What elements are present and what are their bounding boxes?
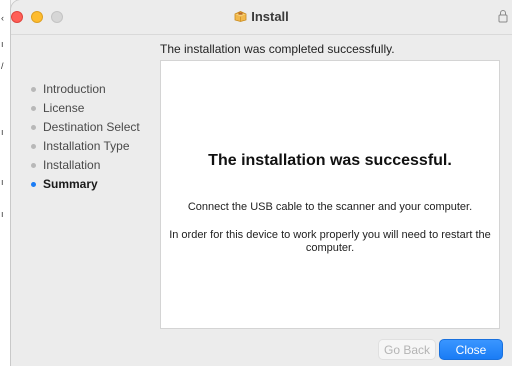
step-label: Summary xyxy=(43,177,98,191)
step-label: Installation Type xyxy=(43,139,130,153)
step-label: Installation xyxy=(43,158,101,172)
edge-glyph: ı xyxy=(1,39,4,49)
step-bullet xyxy=(31,163,36,168)
step-bullet-active xyxy=(31,182,36,187)
step-label: Introduction xyxy=(43,82,106,96)
edge-glyph: ı xyxy=(1,127,4,137)
window-title: Install xyxy=(251,9,289,24)
lock-icon[interactable] xyxy=(498,9,508,23)
step-label: License xyxy=(43,101,85,115)
desktop-window-edge: ‹ ı / ı ı ı xyxy=(0,0,11,366)
go-back-button[interactable]: Go Back xyxy=(378,339,436,360)
usb-instruction-text: Connect the USB cable to the scanner and… xyxy=(187,201,473,213)
step-bullet xyxy=(31,125,36,130)
installer-window: Install The installation was completed s… xyxy=(11,0,512,366)
edge-glyph: / xyxy=(1,61,4,71)
window-title-group: Install xyxy=(11,9,512,24)
step-introduction: Introduction xyxy=(31,80,161,99)
close-button[interactable]: Close xyxy=(439,339,503,360)
step-label: Destination Select xyxy=(43,120,140,134)
restart-notice-text: In order for this device to work properl… xyxy=(169,229,491,254)
step-bullet xyxy=(31,87,36,92)
step-installation-type: Installation Type xyxy=(31,137,161,156)
desktop-background: ‹ ı / ı ı ı Install The installation was… xyxy=(0,0,512,366)
step-bullet xyxy=(31,106,36,111)
step-installation: Installation xyxy=(31,156,161,175)
edge-glyph: ı xyxy=(1,177,4,187)
title-bar[interactable]: Install xyxy=(11,0,512,35)
step-destination-select: Destination Select xyxy=(31,118,161,137)
step-license: License xyxy=(31,99,161,118)
success-headline: The installation was successful. xyxy=(208,152,452,169)
content-panel: The installation was successful. Connect… xyxy=(160,60,500,329)
step-bullet xyxy=(31,144,36,149)
edge-glyph: ı xyxy=(1,209,4,219)
step-summary: Summary xyxy=(31,175,161,194)
edge-glyph: ‹ xyxy=(1,13,4,23)
status-message: The installation was completed successfu… xyxy=(160,42,395,56)
package-icon xyxy=(234,11,247,22)
installer-steps-sidebar: Introduction License Destination Select … xyxy=(31,80,161,194)
